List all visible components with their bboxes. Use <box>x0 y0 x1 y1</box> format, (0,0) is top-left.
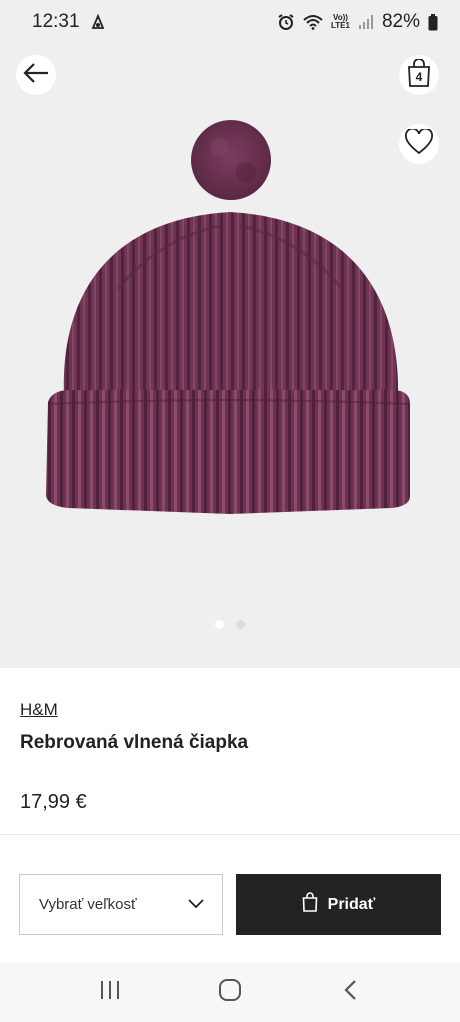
product-title: Rebrovaná vlnená čiapka <box>20 732 249 753</box>
favorite-button[interactable] <box>399 124 439 164</box>
product-image-carousel[interactable]: 4 <box>0 44 460 668</box>
size-select[interactable]: Vybrať veľkosť <box>19 874 223 935</box>
status-right: Vo)) LTE1 82% <box>277 11 438 33</box>
alarm-icon <box>277 13 295 31</box>
chevron-left-icon <box>343 979 357 1006</box>
shopping-bag-button[interactable]: 4 <box>399 55 439 95</box>
carousel-dot-2[interactable] <box>236 620 245 629</box>
add-button-label: Pridať <box>327 895 376 913</box>
add-to-bag-button[interactable]: Pridať <box>236 874 441 935</box>
bag-icon <box>302 892 318 917</box>
status-left: 12:31 <box>32 11 106 33</box>
carousel-indicator <box>0 620 460 629</box>
chevron-down-icon <box>188 896 204 913</box>
network-type-icon: Vo)) LTE1 <box>331 14 350 30</box>
home-icon <box>218 978 242 1007</box>
bag-count-badge: 4 <box>415 70 423 84</box>
notification-icon <box>90 13 106 31</box>
recent-apps-icon <box>99 980 121 1005</box>
divider <box>0 834 460 835</box>
status-time: 12:31 <box>32 11 80 32</box>
product-price: 17,99 € <box>20 791 87 813</box>
signal-icon <box>358 14 374 30</box>
system-back-button[interactable] <box>330 972 370 1012</box>
home-button[interactable] <box>210 972 250 1012</box>
brand-link[interactable]: H&M <box>20 700 58 720</box>
wifi-icon <box>303 14 323 30</box>
size-select-label: Vybrať veľkosť <box>39 896 137 913</box>
system-navigation-bar <box>0 962 460 1022</box>
battery-icon <box>428 13 438 31</box>
network-line2: LTE1 <box>331 21 350 30</box>
status-bar: 12:31 Vo)) LTE1 82% <box>0 0 460 44</box>
carousel-dot-1[interactable] <box>215 620 224 629</box>
battery-percent: 82% <box>381 11 420 32</box>
product-image <box>46 120 411 514</box>
arrow-left-icon <box>23 62 49 89</box>
recent-apps-button[interactable] <box>90 972 130 1012</box>
heart-icon <box>404 127 434 160</box>
back-button[interactable] <box>16 55 56 95</box>
